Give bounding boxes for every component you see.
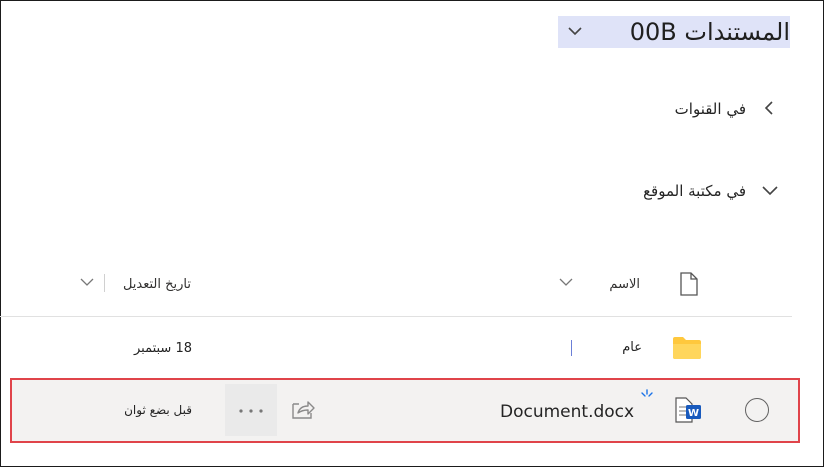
section-site-library-label: في مكتبة الموقع bbox=[643, 182, 746, 200]
chevron-right-icon[interactable] bbox=[762, 100, 778, 116]
column-divider[interactable] bbox=[104, 274, 105, 292]
word-doc-icon: W bbox=[674, 397, 702, 423]
row-name[interactable]: Document.docx bbox=[500, 402, 634, 422]
share-icon[interactable] bbox=[290, 398, 316, 422]
name-sort-chevron-icon[interactable] bbox=[559, 277, 573, 287]
select-row-checkbox[interactable] bbox=[745, 398, 769, 422]
header-divider bbox=[0, 316, 792, 317]
file-type-header-icon bbox=[680, 272, 698, 296]
row-modified: 18 سبتمبر bbox=[133, 341, 192, 356]
name-cell-divider bbox=[571, 340, 572, 356]
section-channels-label: في القنوات bbox=[674, 100, 746, 118]
more-options-icon bbox=[238, 409, 264, 413]
row-modified: قبل بضع ثوان bbox=[124, 403, 192, 417]
svg-text:W: W bbox=[688, 408, 699, 419]
new-item-sparkle-icon bbox=[640, 389, 654, 401]
folder-icon bbox=[672, 336, 702, 360]
column-header-name[interactable]: الاسم bbox=[609, 277, 640, 292]
row-name[interactable]: عام bbox=[622, 340, 642, 355]
column-header-modified[interactable]: تاريخ التعديل bbox=[123, 277, 191, 292]
chevron-down-icon[interactable] bbox=[761, 184, 779, 198]
modified-sort-chevron-icon[interactable] bbox=[80, 277, 94, 287]
chevron-down-icon[interactable] bbox=[566, 22, 584, 40]
library-title: المستندات 00B bbox=[629, 18, 790, 46]
